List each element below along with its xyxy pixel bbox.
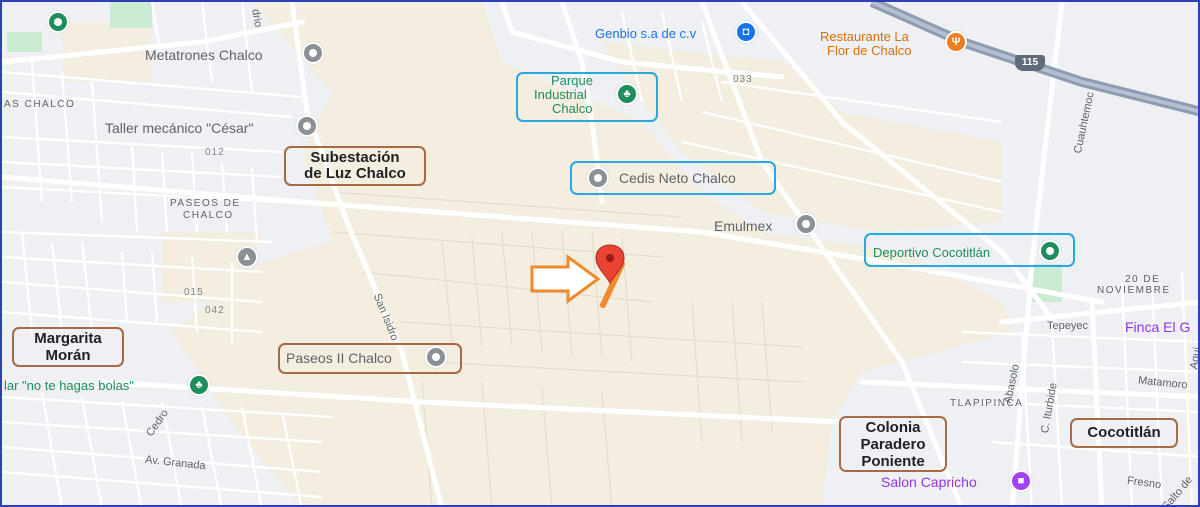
- location-dot-icon[interactable]: [795, 213, 817, 235]
- highlight-parque-industrial: [516, 72, 658, 122]
- annotation-paseos-ii: [278, 343, 462, 374]
- annotation-colonia-line1: Colonia: [865, 419, 921, 436]
- zone-012: 012: [205, 147, 225, 158]
- gift-icon[interactable]: ■: [1010, 470, 1032, 492]
- poi-salon-label[interactable]: Salon Capricho: [881, 474, 977, 490]
- map-frame[interactable]: 115 Metatrones Chalco Taller mecánico "C…: [0, 0, 1200, 507]
- area-paseos-line2: CHALCO: [183, 210, 234, 221]
- location-dot-icon[interactable]: [302, 42, 324, 64]
- highlight-cedis-neto: [570, 161, 776, 195]
- area-as-chalco: AS CHALCO: [4, 99, 76, 110]
- poi-finca-label[interactable]: Finca El G: [1125, 319, 1190, 335]
- poi-restaurante-line2[interactable]: Flor de Chalco: [827, 43, 912, 58]
- poi-emulmex-label[interactable]: Emulmex: [714, 218, 772, 234]
- location-dot-icon[interactable]: [296, 115, 318, 137]
- poi-restaurante-line1[interactable]: Restaurante La: [820, 29, 909, 44]
- restaurant-icon[interactable]: Ψ: [945, 31, 967, 53]
- highlight-deportivo: [864, 233, 1075, 267]
- poi-metatrones-label[interactable]: Metatrones Chalco: [145, 47, 263, 63]
- annotation-margarita-line1: Margarita: [34, 330, 102, 347]
- annotation-colonia-line2: Paradero: [860, 436, 926, 453]
- annotation-cocotitlan-label: Cocotitlán: [1087, 424, 1161, 441]
- annotation-margarita-line2: Morán: [45, 347, 91, 364]
- zone-033: 033: [733, 74, 753, 85]
- shopping-bag-icon[interactable]: ◘: [735, 21, 757, 43]
- park-pin-icon[interactable]: [47, 11, 69, 33]
- area-veinte-line2: NOVIEMBRE: [1097, 285, 1171, 296]
- tree-icon[interactable]: ♣: [188, 374, 210, 396]
- poi-taller-label[interactable]: Taller mecánico "César": [105, 120, 253, 136]
- area-paseos-line1: PASEOS DE: [170, 198, 241, 209]
- annotation-colonia-line3: Poniente: [861, 453, 925, 470]
- poi-nohagas-label[interactable]: lar "no te hagas bolas": [4, 378, 134, 393]
- annotation-subestacion-line2: de Luz Chalco: [304, 165, 406, 182]
- poi-genbio-label[interactable]: Genbio s.a de c.v: [595, 26, 696, 41]
- zone-015: 015: [184, 287, 204, 298]
- road-tepeyec: Tepeyec: [1047, 320, 1088, 332]
- highway-shield: 115: [1015, 55, 1045, 71]
- graduation-cap-icon[interactable]: ▲: [236, 246, 258, 268]
- zone-042: 042: [205, 305, 225, 316]
